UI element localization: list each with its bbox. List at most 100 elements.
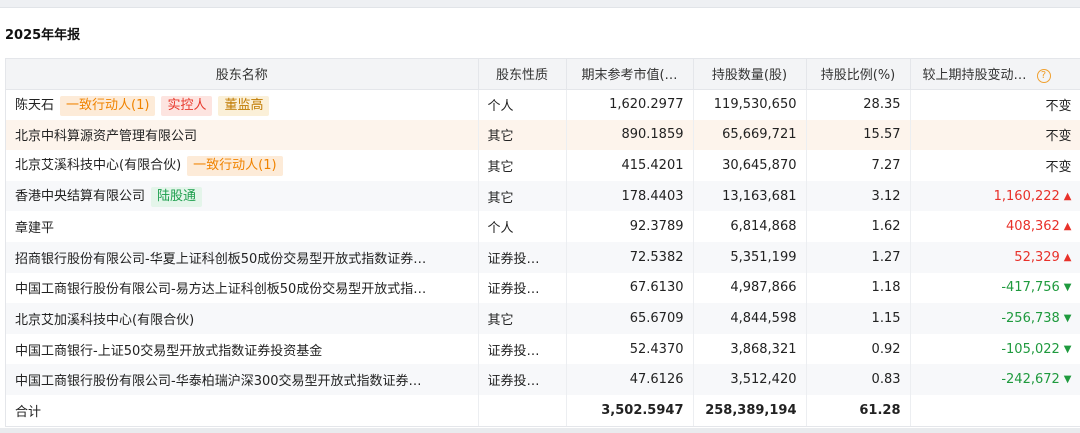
header-shareholder-name[interactable]: 股东名称 [6, 59, 479, 90]
shareholder-nature: 其它 [478, 119, 567, 151]
share-count: 4,987,866 [693, 272, 807, 304]
holding-change-value: -256,738 [1001, 310, 1060, 326]
holding-change: 不变 [910, 119, 1080, 151]
shareholder-table: 股东名称 股东性质 期末参考市值(… 持股数量(股) 持股比例(%) 较上期持股… [6, 59, 1080, 426]
market-value: 1,620.2977 [566, 89, 694, 120]
table-row[interactable]: 中国工商银行股份有限公司-易方达上证科创板50成份交易型开放式指… 证券投… 67.… [6, 272, 1080, 304]
shareholder-nature: 个人 [478, 89, 567, 120]
shareholder-name[interactable]: 北京中科算源资产管理有限公司 [15, 129, 197, 144]
question-circle-icon[interactable]: ? [1036, 69, 1051, 84]
triangle-up-icon: ▲ [1063, 251, 1072, 263]
holding-change-value: 1,160,222 [993, 188, 1060, 204]
header-holding-ratio[interactable]: 持股比例(%) [806, 59, 911, 90]
shareholder-nature: 证券投… [478, 272, 567, 304]
shareholder-name[interactable]: 北京艾加溪科技中心(有限合伙) [15, 313, 194, 328]
shareholder-name-cell[interactable]: 北京中科算源资产管理有限公司 [6, 119, 479, 151]
bottom-scrollbar[interactable] [0, 428, 1080, 433]
holding-change-value: 不变 [1045, 129, 1072, 145]
holding-change: 不变 [910, 150, 1080, 181]
shareholder-name[interactable]: 香港中央结算有限公司 [15, 189, 145, 204]
table-row[interactable]: 北京中科算源资产管理有限公司 其它 890.1859 65,669,721 15.57 不… [6, 119, 1080, 151]
shareholder-nature: 其它 [478, 150, 567, 181]
table-row[interactable]: 中国工商银行股份有限公司-华泰柏瑞沪深300交易型开放式指数证券… 证券投… 47.… [6, 364, 1080, 395]
header-change[interactable]: 较上期持股变动…? [910, 59, 1080, 90]
market-value: 67.6130 [566, 272, 694, 304]
shareholder-name-cell[interactable]: 香港中央结算有限公司 陆股通 [6, 180, 479, 212]
header-market-value[interactable]: 期末参考市值(… [566, 59, 694, 90]
shareholder-tag: 一致行动人(1) [187, 156, 283, 177]
shareholder-name[interactable]: 陈天石 [15, 98, 54, 113]
shareholder-tag: 董监高 [218, 95, 270, 116]
holding-change: -105,022 ▼ [910, 333, 1080, 365]
holding-ratio: 3.12 [806, 180, 911, 212]
table-row[interactable]: 香港中央结算有限公司 陆股通 其它 178.4403 13,163,681 3.12 1,1… [6, 180, 1080, 212]
market-value: 65.6709 [566, 303, 694, 334]
shareholder-name[interactable]: 招商银行股份有限公司-华夏上证科创板50成份交易型开放式指数证券… [15, 252, 426, 267]
table-row[interactable]: 陈天石 一致行动人(1) 实控人 董监高 个人 1,620.2977 119,530,650… [6, 89, 1080, 120]
share-count: 6,814,868 [693, 211, 807, 242]
holding-change-value: 408,362 [1006, 219, 1060, 235]
share-count: 30,645,870 [693, 150, 807, 181]
total-market-value: 3,502.5947 [566, 394, 694, 426]
holding-change: 1,160,222 ▲ [910, 180, 1080, 212]
table-row[interactable]: 北京艾溪科技中心(有限合伙) 一致行动人(1) 其它 415.4201 30,645,8… [6, 150, 1080, 181]
triangle-up-icon: ▲ [1063, 221, 1072, 233]
total-nature-empty [478, 394, 567, 426]
total-holding-ratio: 61.28 [806, 394, 911, 426]
triangle-up-icon: ▲ [1063, 190, 1072, 202]
shareholder-name[interactable]: 中国工商银行-上证50交易型开放式指数证券投资基金 [15, 344, 322, 359]
share-count: 5,351,199 [693, 241, 807, 273]
holding-change-value: -417,756 [1001, 280, 1060, 296]
header-change-label: 较上期持股变动… [922, 68, 1027, 84]
market-value: 72.5382 [566, 241, 694, 273]
holding-change: -242,672 ▼ [910, 364, 1080, 395]
shareholder-name-cell[interactable]: 中国工商银行股份有限公司-易方达上证科创板50成份交易型开放式指… [6, 272, 479, 304]
market-value: 415.4201 [566, 150, 694, 181]
holding-change: -256,738 ▼ [910, 303, 1080, 334]
triangle-down-icon: ▼ [1063, 343, 1072, 355]
top-scrollbar[interactable] [0, 0, 1080, 8]
shareholder-name-cell[interactable]: 北京艾加溪科技中心(有限合伙) [6, 303, 479, 334]
share-count: 65,669,721 [693, 119, 807, 151]
holding-change-value: 不变 [1045, 159, 1072, 175]
holding-ratio: 0.92 [806, 333, 911, 365]
table-row[interactable]: 招商银行股份有限公司-华夏上证科创板50成份交易型开放式指数证券… 证券投… 72.… [6, 241, 1080, 273]
total-share-count: 258,389,194 [693, 394, 807, 426]
shareholder-name[interactable]: 北京艾溪科技中心(有限合伙) [15, 158, 181, 173]
shareholder-nature: 其它 [478, 180, 567, 212]
header-share-count[interactable]: 持股数量(股) [693, 59, 807, 90]
shareholder-name[interactable]: 章建平 [15, 221, 54, 236]
share-count: 4,844,598 [693, 303, 807, 334]
share-count: 3,868,321 [693, 333, 807, 365]
header-shareholder-nature[interactable]: 股东性质 [478, 59, 567, 90]
holding-ratio: 1.27 [806, 241, 911, 273]
share-count: 13,163,681 [693, 180, 807, 212]
holding-change: -417,756 ▼ [910, 272, 1080, 304]
shareholder-name-cell[interactable]: 陈天石 一致行动人(1) 实控人 董监高 [6, 89, 479, 120]
holding-change-value: 52,329 [1014, 249, 1060, 265]
table-row[interactable]: 中国工商银行-上证50交易型开放式指数证券投资基金 证券投… 52.4370 3,86… [6, 333, 1080, 365]
shareholder-name[interactable]: 中国工商银行股份有限公司-易方达上证科创板50成份交易型开放式指… [15, 282, 426, 297]
holding-change-value: 不变 [1045, 99, 1072, 115]
shareholder-tag: 陆股通 [151, 187, 203, 208]
holding-ratio: 15.57 [806, 119, 911, 151]
shareholder-name-cell[interactable]: 北京艾溪科技中心(有限合伙) 一致行动人(1) [6, 150, 479, 181]
shareholder-name-cell[interactable]: 招商银行股份有限公司-华夏上证科创板50成份交易型开放式指数证券… [6, 241, 479, 273]
holding-ratio: 28.35 [806, 89, 911, 120]
shareholder-name-cell[interactable]: 章建平 [6, 211, 479, 242]
market-value: 92.3789 [566, 211, 694, 242]
market-value: 52.4370 [566, 333, 694, 365]
holding-ratio: 1.62 [806, 211, 911, 242]
holding-change: 不变 [910, 89, 1080, 120]
shareholder-name-cell[interactable]: 中国工商银行-上证50交易型开放式指数证券投资基金 [6, 333, 479, 365]
holding-change: 52,329 ▲ [910, 241, 1080, 273]
total-row: 合计 3,502.5947 258,389,194 61.28 [6, 394, 1080, 426]
table-row[interactable]: 章建平 个人 92.3789 6,814,868 1.62 408,362 ▲ [6, 211, 1080, 242]
shareholder-nature: 个人 [478, 211, 567, 242]
shareholder-name[interactable]: 中国工商银行股份有限公司-华泰柏瑞沪深300交易型开放式指数证券… [15, 374, 422, 389]
shareholder-name-cell[interactable]: 中国工商银行股份有限公司-华泰柏瑞沪深300交易型开放式指数证券… [6, 364, 479, 395]
shareholder-nature: 证券投… [478, 333, 567, 365]
shareholder-nature: 证券投… [478, 241, 567, 273]
holding-change: 408,362 ▲ [910, 211, 1080, 242]
table-row[interactable]: 北京艾加溪科技中心(有限合伙) 其它 65.6709 4,844,598 1.15 -25… [6, 303, 1080, 334]
